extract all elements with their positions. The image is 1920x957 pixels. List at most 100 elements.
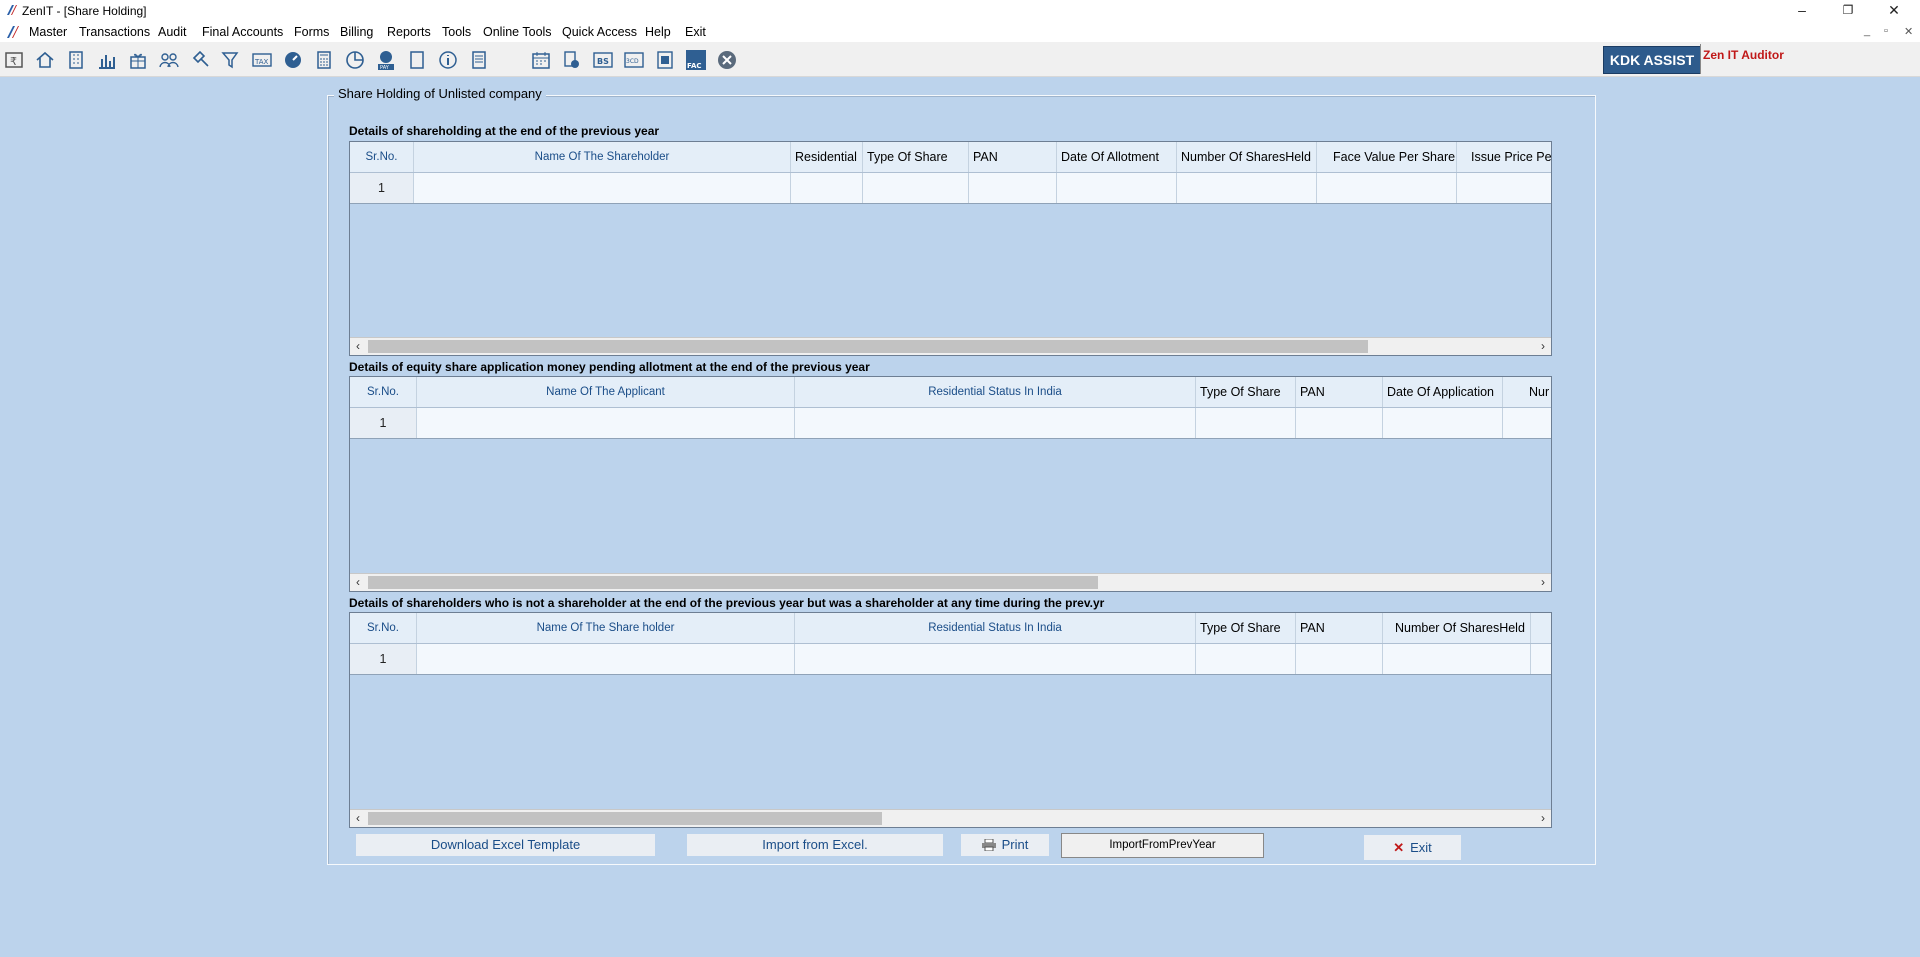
kdk-assist-button[interactable]: KDK ASSIST — [1603, 46, 1701, 74]
table-cell[interactable] — [1383, 408, 1503, 438]
minimize-button[interactable]: – — [1780, 0, 1824, 22]
home-icon[interactable] — [34, 49, 56, 71]
table-cell[interactable] — [1531, 644, 1551, 674]
table-cell[interactable] — [417, 408, 795, 438]
menu-tools[interactable]: Tools — [442, 25, 471, 39]
horizontal-scrollbar[interactable]: ‹ › — [350, 573, 1551, 591]
book-icon[interactable] — [406, 49, 428, 71]
zenit-logo-icon[interactable] — [6, 25, 20, 39]
tax-icon[interactable]: TAX — [251, 49, 273, 71]
table-cell[interactable] — [795, 408, 1196, 438]
column-header[interactable]: Sr.No. — [350, 377, 417, 407]
scroll-right-icon[interactable]: › — [1535, 811, 1551, 826]
table-cell[interactable] — [863, 173, 969, 203]
column-header[interactable]: Type Of Share — [863, 142, 969, 172]
gavel-icon[interactable] — [189, 49, 211, 71]
column-header[interactable]: PAN — [1296, 377, 1383, 407]
rupee-calc-icon[interactable]: ₹ — [3, 49, 25, 71]
import-from-prev-year-button[interactable]: ImportFromPrevYear — [1061, 833, 1264, 858]
column-header[interactable]: Name Of The Shareholder — [414, 142, 791, 172]
table-cell[interactable] — [791, 173, 863, 203]
scrollbar-thumb[interactable] — [368, 812, 882, 825]
table-cell[interactable] — [417, 644, 795, 674]
table-cell[interactable] — [414, 173, 791, 203]
column-header[interactable]: Residential — [791, 142, 863, 172]
zen-it-auditor-link[interactable]: Zen IT Auditor — [1703, 48, 1784, 62]
horizontal-scrollbar[interactable]: ‹ › — [350, 809, 1551, 827]
fac-icon[interactable]: FAC — [685, 49, 707, 71]
exit-button[interactable]: ✕ Exit — [1364, 835, 1461, 860]
column-header[interactable]: Nur — [1503, 377, 1551, 407]
menu-master[interactable]: Master — [29, 25, 67, 39]
scroll-left-icon[interactable]: ‹ — [350, 811, 366, 826]
filter-icon[interactable] — [220, 49, 242, 71]
users-icon[interactable] — [158, 49, 180, 71]
scroll-left-icon[interactable]: ‹ — [350, 575, 366, 590]
close-circle-icon[interactable] — [716, 49, 738, 71]
info-icon[interactable] — [437, 49, 459, 71]
table-cell[interactable] — [1503, 408, 1551, 438]
ledger-icon[interactable] — [468, 49, 490, 71]
import-from-excel-button[interactable]: Import from Excel. — [687, 834, 943, 856]
table-cell[interactable] — [1196, 408, 1296, 438]
column-header[interactable]: PAN — [1296, 613, 1383, 643]
building-icon[interactable] — [65, 49, 87, 71]
column-header[interactable]: Residential Status In India — [795, 613, 1196, 643]
column-header[interactable] — [1531, 613, 1551, 643]
table-row[interactable]: 1 — [350, 173, 1551, 204]
table-cell[interactable] — [1457, 173, 1551, 203]
table-cell[interactable] — [1296, 408, 1383, 438]
3cd-icon[interactable]: 3CD — [623, 49, 645, 71]
pie-chart-icon[interactable] — [344, 49, 366, 71]
table-cell[interactable] — [795, 644, 1196, 674]
menu-audit[interactable]: Audit — [158, 25, 187, 39]
menu-transactions[interactable]: Transactions — [79, 25, 150, 39]
print-button[interactable]: Print — [961, 834, 1049, 856]
restore-button[interactable]: ❐ — [1826, 0, 1870, 22]
mdi-minimize-button[interactable]: _ — [1864, 25, 1870, 37]
table-cell[interactable] — [1196, 644, 1296, 674]
table-row[interactable]: 1 — [350, 408, 1551, 439]
scroll-right-icon[interactable]: › — [1535, 339, 1551, 354]
column-header[interactable]: Number Of SharesHeld — [1383, 613, 1531, 643]
report-icon[interactable] — [654, 49, 676, 71]
menu-forms[interactable]: Forms — [294, 25, 329, 39]
scrollbar-thumb[interactable] — [368, 340, 1368, 353]
column-header[interactable]: Residential Status In India — [795, 377, 1196, 407]
horizontal-scrollbar[interactable]: ‹ › — [350, 337, 1551, 355]
column-header[interactable]: Issue Price Pe — [1457, 142, 1551, 172]
calculator-icon[interactable] — [313, 49, 335, 71]
column-header[interactable]: Date Of Application — [1383, 377, 1503, 407]
column-header[interactable]: Type Of Share — [1196, 613, 1296, 643]
table-cell[interactable] — [1057, 173, 1177, 203]
menu-exit[interactable]: Exit — [685, 25, 706, 39]
close-button[interactable]: ✕ — [1872, 0, 1916, 22]
mdi-restore-button[interactable]: ▫ — [1884, 25, 1888, 37]
menu-final-accounts[interactable]: Final Accounts — [202, 25, 283, 39]
bar-chart-icon[interactable] — [96, 49, 118, 71]
menu-help[interactable]: Help — [645, 25, 671, 39]
table-cell[interactable] — [1383, 644, 1531, 674]
search-doc-icon[interactable] — [561, 49, 583, 71]
scrollbar-thumb[interactable] — [368, 576, 1098, 589]
column-header[interactable]: Name Of The Applicant — [417, 377, 795, 407]
table-cell[interactable] — [969, 173, 1057, 203]
pay-icon[interactable]: PAY — [375, 49, 397, 71]
column-header[interactable]: Date Of Allotment — [1057, 142, 1177, 172]
column-header[interactable]: Number Of SharesHeld — [1177, 142, 1317, 172]
scroll-left-icon[interactable]: ‹ — [350, 339, 366, 354]
download-excel-template-button[interactable]: Download Excel Template — [356, 834, 655, 856]
table-cell[interactable] — [1317, 173, 1457, 203]
gift-icon[interactable] — [127, 49, 149, 71]
scroll-right-icon[interactable]: › — [1535, 575, 1551, 590]
column-header[interactable]: Face Value Per Share — [1317, 142, 1457, 172]
speedometer-icon[interactable] — [282, 49, 304, 71]
column-header[interactable]: Sr.No. — [350, 613, 417, 643]
menu-quick-access[interactable]: Quick Access — [562, 25, 637, 39]
mdi-close-button[interactable]: ✕ — [1904, 25, 1913, 38]
menu-reports[interactable]: Reports — [387, 25, 431, 39]
table-cell[interactable] — [1177, 173, 1317, 203]
menu-billing[interactable]: Billing — [340, 25, 373, 39]
column-header[interactable]: Sr.No. — [350, 142, 414, 172]
column-header[interactable]: PAN — [969, 142, 1057, 172]
